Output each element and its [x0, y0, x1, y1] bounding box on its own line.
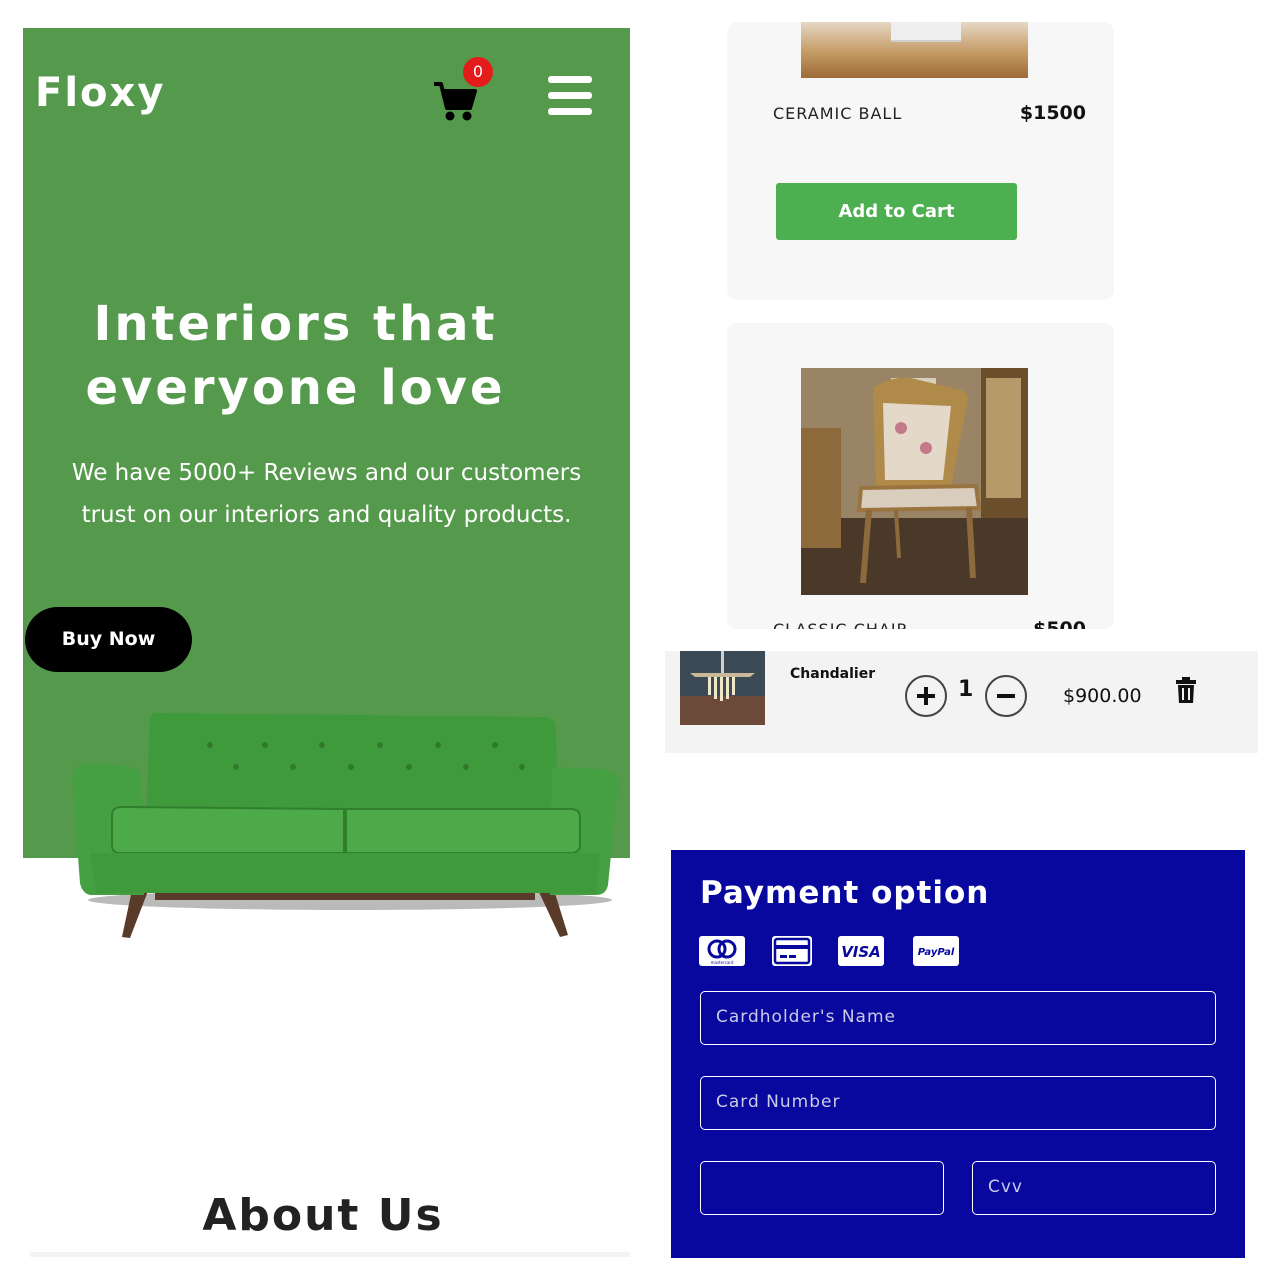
trash-icon[interactable]	[1175, 677, 1197, 703]
cart-item-row: Chandalier 1 $900.00	[665, 651, 1258, 753]
cardholder-name-field[interactable]: Cardholder's Name	[700, 991, 1216, 1045]
expiry-date-field[interactable]	[700, 1161, 944, 1215]
about-us-heading: About Us	[202, 1190, 444, 1241]
cardholder-name-placeholder: Cardholder's Name	[716, 1007, 896, 1027]
product-card: CLASSIC CHAIR $500	[727, 323, 1114, 629]
hero-title-line1: Interiors that	[93, 296, 498, 352]
cart-item-name: Chandalier	[790, 666, 876, 682]
credit-card-icon[interactable]	[772, 936, 812, 966]
payment-panel: Payment option mastercard VISA PayPal Ca…	[671, 850, 1245, 1258]
card-number-placeholder: Card Number	[716, 1092, 841, 1112]
hero-title-line2: everyone love	[85, 360, 506, 416]
product-name: CERAMIC BALL	[773, 104, 903, 123]
product-image	[801, 22, 1028, 78]
cvv-field[interactable]: Cvv	[972, 1161, 1216, 1215]
cart-item-quantity: 1	[958, 677, 974, 702]
cart-count-badge: 0	[463, 57, 493, 87]
plus-circle-icon[interactable]	[905, 675, 947, 717]
hero-subtitle-line1: We have 5000+ Reviews and our customers	[71, 460, 582, 486]
product-price: $1500	[1019, 102, 1086, 124]
section-divider	[30, 1252, 630, 1257]
product-image	[801, 368, 1028, 595]
brand-logo[interactable]: Floxy	[35, 70, 165, 116]
visa-label: VISA	[841, 943, 881, 961]
add-to-cart-button[interactable]: Add to Cart	[776, 183, 1017, 240]
cvv-placeholder: Cvv	[988, 1177, 1023, 1197]
hero-title: Interiors that everyone love	[23, 292, 568, 420]
cart-item-price: $900.00	[1063, 685, 1142, 707]
mastercard-label: mastercard	[711, 960, 734, 965]
product-name: CLASSIC CHAIR	[773, 620, 909, 629]
hero-subtitle: We have 5000+ Reviews and our customers …	[40, 452, 613, 536]
visa-icon[interactable]: VISA	[838, 936, 884, 966]
card-number-field[interactable]: Card Number	[700, 1076, 1216, 1130]
paypal-label: PayPal	[918, 947, 955, 958]
payment-title: Payment option	[700, 875, 990, 911]
minus-circle-icon[interactable]	[985, 675, 1027, 717]
cart-item-thumbnail	[680, 651, 765, 725]
mastercard-icon[interactable]: mastercard	[699, 936, 745, 966]
hero-subtitle-line2: trust on our interiors and quality produ…	[81, 502, 572, 528]
product-price: $500	[1033, 618, 1086, 629]
sofa-image	[72, 713, 619, 938]
paypal-icon[interactable]: PayPal	[913, 936, 959, 966]
product-card: CERAMIC BALL $1500 Add to Cart	[727, 22, 1114, 300]
hamburger-menu-icon[interactable]	[548, 76, 592, 116]
buy-now-button[interactable]: Buy Now	[25, 607, 192, 672]
